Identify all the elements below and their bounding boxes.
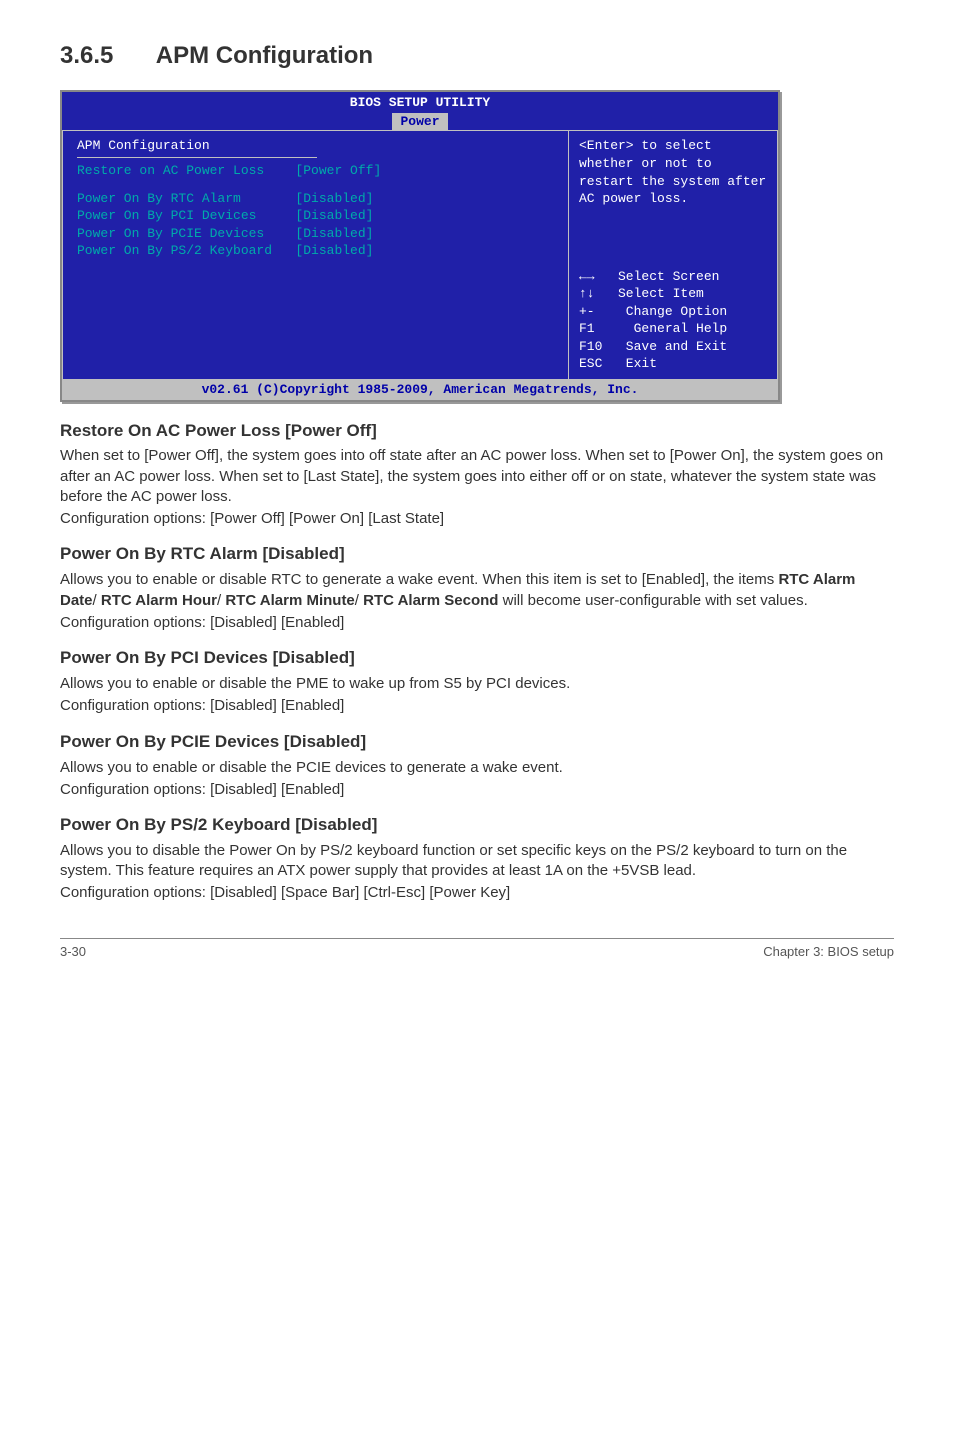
bios-key-row: F10 Save and Exit <box>579 338 767 356</box>
bios-key-row: ↑↓ Select Item <box>579 285 767 303</box>
subsection-config-options: Configuration options: [Disabled] [Space… <box>60 883 894 903</box>
bios-setting-row: Power On By PCI Devices [Disabled] <box>77 207 554 225</box>
bios-key-row: +- Change Option <box>579 303 767 321</box>
bios-left-panel: APM Configuration Restore on AC Power Lo… <box>62 130 568 379</box>
subsection-body: When set to [Power Off], the system goes… <box>60 446 894 507</box>
bios-key-row: ←→ Select Screen <box>579 268 767 286</box>
section-heading: 3.6.5 APM Configuration <box>60 40 894 72</box>
bios-hint: <Enter> to select whether or not to rest… <box>579 137 767 207</box>
bios-key-row: F1 General Help <box>579 320 767 338</box>
subsection-body: Allows you to enable or disable RTC to g… <box>60 570 894 611</box>
subsection-title: Power On By RTC Alarm [Disabled] <box>60 543 894 566</box>
subsection-config-options: Configuration options: [Disabled] [Enabl… <box>60 696 894 716</box>
subsection-body: Allows you to enable or disable the PCIE… <box>60 758 894 778</box>
bios-title: BIOS SETUP UTILITY <box>350 95 490 110</box>
bios-screenshot: BIOS SETUP UTILITY Power APM Configurati… <box>60 90 780 401</box>
bios-key-row: ESC Exit <box>579 355 767 373</box>
subsection-body: Allows you to disable the Power On by PS… <box>60 841 894 882</box>
chapter-label: Chapter 3: BIOS setup <box>763 943 894 961</box>
bios-setting-row: Power On By PS/2 Keyboard [Disabled] <box>77 242 554 260</box>
bios-footer: v02.61 (C)Copyright 1985-2009, American … <box>62 380 778 400</box>
subsection-config-options: Configuration options: [Power Off] [Powe… <box>60 509 894 529</box>
bios-setting-row: Power On By RTC Alarm [Disabled] <box>77 190 554 208</box>
bios-config-title: APM Configuration <box>77 137 554 155</box>
subsection-title: Restore On AC Power Loss [Power Off] <box>60 420 894 443</box>
bios-keys: ←→ Select Screen↑↓ Select Item+- Change … <box>579 268 767 373</box>
section-title-text: APM Configuration <box>156 42 373 69</box>
subsection-body: Allows you to enable or disable the PME … <box>60 674 894 694</box>
bios-right-panel: <Enter> to select whether or not to rest… <box>568 130 778 379</box>
bios-setting-row: Restore on AC Power Loss [Power Off] <box>77 162 554 180</box>
page-footer: 3-30 Chapter 3: BIOS setup <box>60 938 894 961</box>
subsection-title: Power On By PCIE Devices [Disabled] <box>60 731 894 754</box>
page-number: 3-30 <box>60 943 86 961</box>
subsection-config-options: Configuration options: [Disabled] [Enabl… <box>60 613 894 633</box>
bios-setting-row: Power On By PCIE Devices [Disabled] <box>77 225 554 243</box>
bios-tab-power: Power <box>392 113 447 131</box>
subsection-config-options: Configuration options: [Disabled] [Enabl… <box>60 780 894 800</box>
divider <box>77 157 317 158</box>
subsection-title: Power On By PCI Devices [Disabled] <box>60 647 894 670</box>
section-number: 3.6.5 <box>60 40 150 72</box>
subsection-title: Power On By PS/2 Keyboard [Disabled] <box>60 814 894 837</box>
bios-header: BIOS SETUP UTILITY Power <box>62 92 778 130</box>
